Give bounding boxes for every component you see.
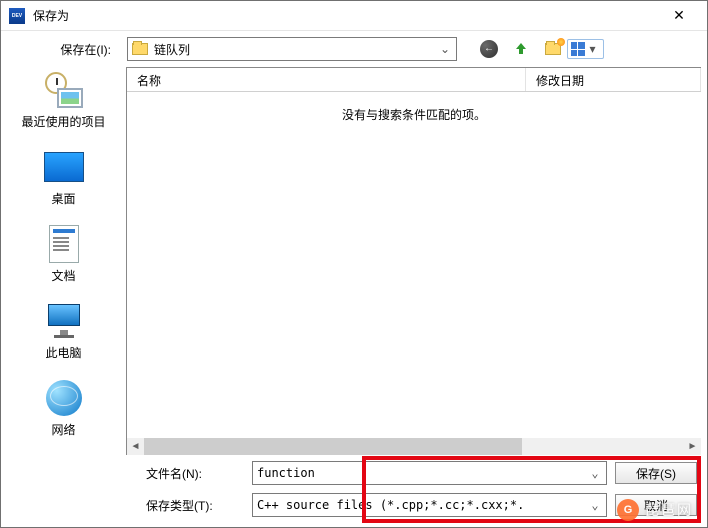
filename-input[interactable]: function ⌄ xyxy=(252,461,607,485)
file-list[interactable]: 名称 修改日期 没有与搜索条件匹配的项。 ◄ ► xyxy=(126,67,701,455)
app-icon xyxy=(9,8,25,24)
column-header-date[interactable]: 修改日期 xyxy=(526,68,701,91)
close-button[interactable]: ✕ xyxy=(659,2,699,30)
main-area: 最近使用的项目 桌面 文档 此电脑 网络 名称 xyxy=(1,67,707,527)
sidebar-item-documents[interactable]: 文档 xyxy=(1,225,126,284)
scroll-track[interactable] xyxy=(144,438,684,455)
sidebar-item-label: 文档 xyxy=(51,267,75,284)
view-grid-icon xyxy=(571,42,585,56)
scroll-thumb[interactable] xyxy=(144,438,522,455)
horizontal-scrollbar[interactable]: ◄ ► xyxy=(127,438,701,455)
desktop-icon xyxy=(44,152,84,182)
scroll-left-arrow-icon[interactable]: ◄ xyxy=(127,438,144,455)
folder-icon xyxy=(132,43,148,55)
filename-value: function xyxy=(257,466,588,480)
scroll-right-arrow-icon[interactable]: ► xyxy=(684,438,701,455)
filetype-dropdown[interactable]: C++ source files (*.cpp;*.cc;*.cxx;*. ⌄ xyxy=(252,493,607,517)
titlebar: 保存为 ✕ xyxy=(1,1,707,31)
chevron-down-icon: ▾ xyxy=(586,42,600,56)
location-toolbar: 保存在(I): 链队列 ⌄ ▾ xyxy=(1,31,707,67)
bottom-panel: 文件名(N): function ⌄ 保存(S) 保存类型(T): C++ so… xyxy=(126,455,707,527)
nav-icons: ▾ xyxy=(477,37,597,61)
save-in-label: 保存在(I): xyxy=(21,41,121,58)
save-button[interactable]: 保存(S) xyxy=(615,462,697,484)
recent-items-icon xyxy=(45,72,83,108)
sidebar-item-label: 最近使用的项目 xyxy=(21,113,105,130)
sidebar-item-label: 此电脑 xyxy=(45,344,81,361)
chevron-down-icon[interactable]: ⌄ xyxy=(588,498,602,512)
filetype-label: 保存类型(T): xyxy=(136,497,244,514)
cancel-button[interactable]: 取消 xyxy=(615,494,697,516)
window-title: 保存为 xyxy=(33,7,659,24)
location-dropdown[interactable]: 链队列 ⌄ xyxy=(127,37,457,61)
network-globe-icon xyxy=(46,380,82,416)
new-folder-button[interactable] xyxy=(541,37,565,61)
chevron-down-icon[interactable]: ⌄ xyxy=(588,466,602,480)
back-button[interactable] xyxy=(477,37,501,61)
column-headers: 名称 修改日期 xyxy=(127,68,701,92)
document-icon xyxy=(49,225,79,263)
sidebar-item-recent[interactable]: 最近使用的项目 xyxy=(1,71,126,130)
up-arrow-icon xyxy=(513,41,529,57)
save-as-dialog: 保存为 ✕ 保存在(I): 链队列 ⌄ ▾ xyxy=(0,0,708,528)
sidebar-item-label: 桌面 xyxy=(51,190,75,207)
filetype-value: C++ source files (*.cpp;*.cc;*.cxx;*. xyxy=(257,498,588,512)
back-icon xyxy=(480,40,498,58)
sidebar-item-label: 网络 xyxy=(51,421,75,438)
sidebar-item-desktop[interactable]: 桌面 xyxy=(1,148,126,207)
sidebar-item-this-pc[interactable]: 此电脑 xyxy=(1,302,126,361)
new-star-icon xyxy=(557,38,565,46)
places-sidebar: 最近使用的项目 桌面 文档 此电脑 网络 xyxy=(1,67,126,527)
empty-message: 没有与搜索条件匹配的项。 xyxy=(127,92,701,137)
chevron-down-icon: ⌄ xyxy=(438,42,452,56)
file-area: 名称 修改日期 没有与搜索条件匹配的项。 ◄ ► 文件名(N): functio… xyxy=(126,67,707,527)
computer-icon xyxy=(44,304,84,338)
location-name: 链队列 xyxy=(154,41,432,58)
view-menu-button[interactable]: ▾ xyxy=(573,37,597,61)
filename-label: 文件名(N): xyxy=(136,465,244,482)
sidebar-item-network[interactable]: 网络 xyxy=(1,379,126,438)
column-header-name[interactable]: 名称 xyxy=(127,68,526,91)
up-one-level-button[interactable] xyxy=(509,37,533,61)
